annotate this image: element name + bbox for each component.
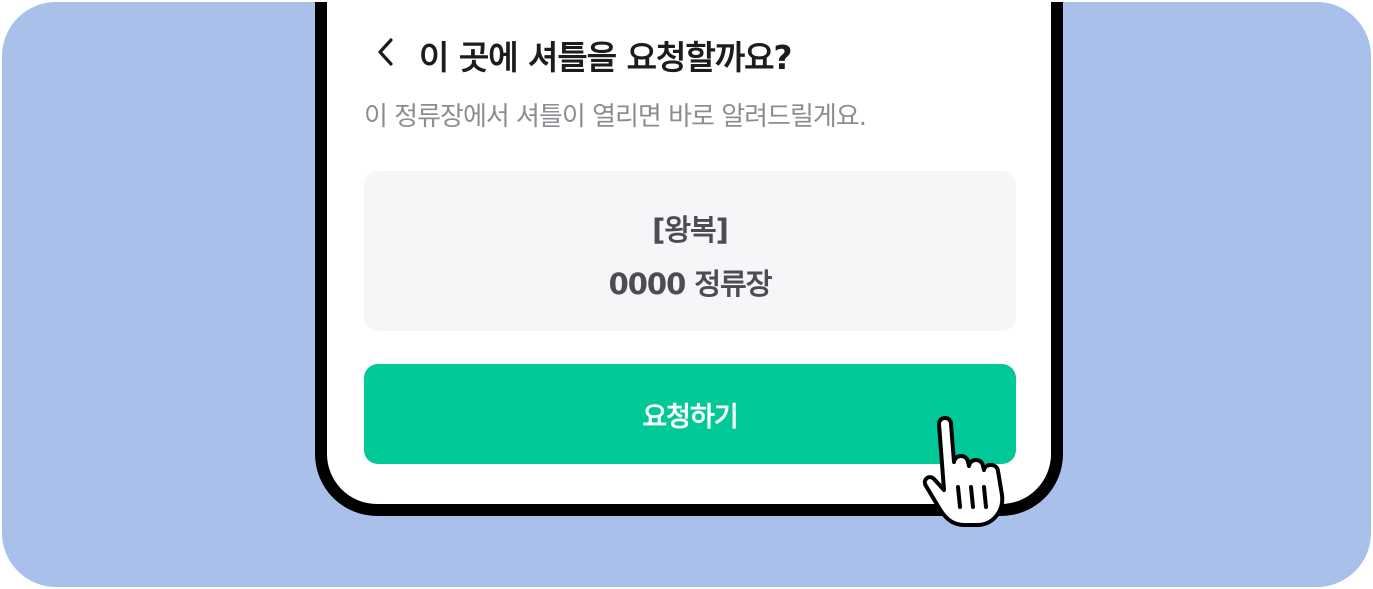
hand-pointer-icon [922, 416, 1005, 527]
sheet-title: 이 곳에 셔틀을 요청할까요? [419, 38, 793, 77]
background-canvas: 이 곳에 셔틀을 요청할까요? 이 정류장에서 셔틀이 열리면 바로 알려드릴게… [2, 2, 1371, 587]
stop-info-card: [왕복] 0000 정류장 [364, 171, 1016, 331]
sheet-subtitle: 이 정류장에서 셔틀이 열리면 바로 알려드릴게요. [364, 102, 867, 132]
stop-name-label: 0000 정류장 [608, 267, 773, 301]
chevron-left-icon [378, 38, 393, 66]
route-type-label: [왕복] [652, 213, 729, 247]
back-button[interactable] [367, 30, 407, 74]
